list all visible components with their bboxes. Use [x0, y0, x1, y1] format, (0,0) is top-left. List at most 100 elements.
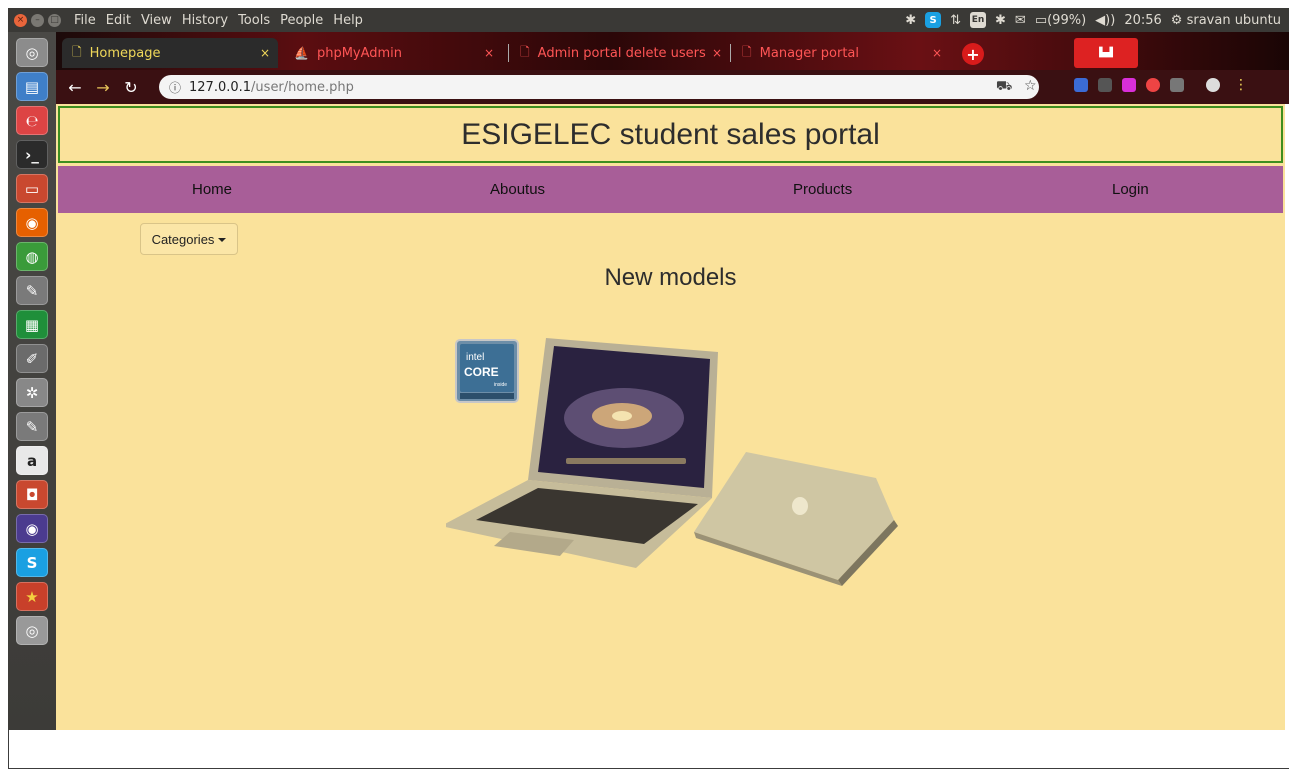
closed-laptop	[694, 452, 898, 586]
menu-view[interactable]: View	[141, 13, 172, 28]
tab-label: phpMyAdmin	[316, 45, 403, 61]
spreadsheet-icon[interactable]: ▦	[16, 310, 48, 339]
battery-icon: ▭	[1034, 12, 1048, 28]
close-window-icon[interactable]: ×	[14, 13, 27, 27]
site-header: ESIGELEC student sales portal	[58, 106, 1283, 163]
close-tab-icon[interactable]: ×	[932, 46, 942, 60]
tab-separator	[508, 44, 509, 62]
product-laptops-image: intel CORE inside	[446, 338, 898, 586]
chrome-icon[interactable]: ◍	[16, 242, 48, 271]
minimize-window-icon[interactable]: –	[31, 13, 44, 27]
tab-phpmyadmin[interactable]: ⛵ phpMyAdmin ×	[284, 38, 502, 68]
notes-icon[interactable]: ✎	[16, 412, 48, 441]
menu-edit[interactable]: Edit	[106, 13, 131, 28]
translate-icon[interactable]: ⛟	[996, 79, 1012, 94]
text-editor-icon[interactable]: ✎	[16, 276, 48, 305]
main-nav: Home Aboutus Products Login	[58, 166, 1283, 213]
tab-manager-portal[interactable]: 🗋 Manager portal ×	[732, 38, 950, 68]
keyboard-layout-indicator[interactable]: En	[970, 12, 986, 28]
browser-toolbar: ← → ↻ ⓘ 127.0.0.1/user/home.php ⛟ ☆ ⋮	[56, 70, 1289, 104]
intel-badge: intel CORE inside	[455, 339, 519, 403]
phpmyadmin-icon: ⛵	[294, 46, 309, 60]
site-info-icon[interactable]: ⓘ	[169, 79, 181, 96]
pdf-reader-icon[interactable]: ℮	[16, 106, 48, 135]
menu-people[interactable]: People	[280, 13, 323, 28]
battery-indicator[interactable]: ▭(99%)	[1035, 13, 1086, 28]
skype-icon[interactable]: S	[16, 548, 48, 577]
files-doc-icon[interactable]: ▤	[16, 72, 48, 101]
new-tab-button[interactable]: +	[962, 43, 984, 65]
system-indicators: ✱ S ⇅ En ✱ ✉ ▭(99%) ◀)) 20:56 ⚙ sravan u…	[905, 12, 1289, 28]
screenshot-icon[interactable]: ◘	[16, 480, 48, 509]
categories-dropdown-button[interactable]: Categories	[140, 223, 238, 255]
page-icon: 🗋	[742, 44, 752, 59]
forward-button[interactable]: →	[92, 78, 114, 97]
extension-people-icon[interactable]	[1074, 78, 1088, 92]
launcher-dock: ◎ ▤ ℮ ›_ ▭ ◉ ◍ ✎ ▦ ✐ ✲ ✎ a ◘ ◉ S ★ ◎	[8, 32, 56, 730]
tab-label: Homepage	[89, 45, 161, 61]
dvd-drive-icon[interactable]: ◎	[16, 616, 48, 645]
page-icon: 🗋	[72, 44, 82, 59]
caret-down-icon	[218, 238, 227, 242]
nav-login-link[interactable]: Login	[1112, 181, 1149, 198]
paint-icon[interactable]: ✐	[16, 344, 48, 373]
reload-button[interactable]: ↻	[120, 78, 142, 97]
close-tab-icon[interactable]: ×	[260, 46, 270, 60]
intel-inside-text: inside	[494, 382, 507, 388]
menu-file[interactable]: File	[74, 13, 96, 28]
more-menu-icon[interactable]: ⋮	[1234, 77, 1248, 93]
tab-label: Manager portal	[759, 45, 859, 61]
menu-tools[interactable]: Tools	[238, 13, 270, 28]
categories-label: Categories	[151, 231, 215, 247]
tab-separator	[730, 44, 731, 62]
menu-help[interactable]: Help	[333, 13, 363, 28]
nav-aboutus-link[interactable]: Aboutus	[490, 181, 545, 198]
page-viewport: ESIGELEC student sales portal Home About…	[56, 104, 1285, 730]
user-name: sravan ubuntu	[1186, 12, 1281, 28]
close-tab-icon[interactable]: ×	[712, 46, 722, 60]
network-icon[interactable]: ⇅	[950, 13, 961, 28]
nav-home-link[interactable]: Home	[192, 181, 232, 198]
skype-tray-icon[interactable]: S	[925, 12, 942, 28]
bluetooth-icon[interactable]: ✱	[905, 13, 916, 28]
browser-tab-bar: 🗋 Homepage × ⛵ phpMyAdmin × 🗋 Admin port…	[56, 32, 1289, 70]
extension-moon-icon[interactable]	[1146, 78, 1160, 92]
profile-avatar[interactable]	[1206, 78, 1220, 92]
system-top-panel: × – □ File Edit View History Tools Peopl…	[8, 8, 1289, 32]
intel-brand-text: intel	[466, 352, 484, 363]
address-bar[interactable]: ⓘ 127.0.0.1/user/home.php	[159, 75, 1039, 99]
dash-icon[interactable]: ◎	[16, 38, 48, 67]
bluetooth-secondary-icon[interactable]: ✱	[995, 13, 1006, 28]
firefox-icon[interactable]: ◉	[16, 208, 48, 237]
clock[interactable]: 20:56	[1124, 13, 1161, 28]
extension-video-icon[interactable]	[1098, 78, 1112, 92]
window-controls: × – □	[8, 13, 74, 27]
session-user[interactable]: ⚙ sravan ubuntu	[1171, 13, 1281, 28]
battery-percent: (99%)	[1047, 12, 1087, 28]
mail-icon[interactable]: ✉	[1015, 13, 1026, 28]
close-tab-icon[interactable]: ×	[484, 46, 494, 60]
tab-admin-portal[interactable]: 🗋 Admin portal delete users ×	[510, 38, 726, 68]
url-host: 127.0.0.1	[189, 79, 252, 95]
extension-calendar-icon[interactable]	[1122, 78, 1136, 92]
terminal-icon[interactable]: ›_	[16, 140, 48, 169]
settings-tools-icon[interactable]: ✲	[16, 378, 48, 407]
archive-icon[interactable]: ▭	[16, 174, 48, 203]
menu-history[interactable]: History	[182, 13, 228, 28]
extension-incognito-icon[interactable]	[1170, 78, 1184, 92]
section-title: New models	[604, 264, 737, 291]
url-path: /user/home.php	[251, 79, 354, 95]
back-button[interactable]: ←	[64, 78, 86, 97]
maximize-window-icon[interactable]: □	[48, 13, 61, 27]
starred-app-icon[interactable]: ★	[16, 582, 48, 611]
amazon-icon[interactable]: a	[16, 446, 48, 475]
eclipse-icon[interactable]: ◉	[16, 514, 48, 543]
page-icon: 🗋	[520, 44, 530, 59]
volume-icon[interactable]: ◀))	[1095, 13, 1115, 28]
power-gear-icon: ⚙	[1170, 12, 1183, 28]
nav-products-link[interactable]: Products	[793, 181, 852, 198]
bookmark-star-icon[interactable]: ☆	[1024, 78, 1038, 94]
tab-homepage[interactable]: 🗋 Homepage ×	[62, 38, 278, 68]
browser-theme-logo: ▙▟	[1074, 38, 1138, 68]
tab-label: Admin portal delete users	[537, 45, 706, 61]
